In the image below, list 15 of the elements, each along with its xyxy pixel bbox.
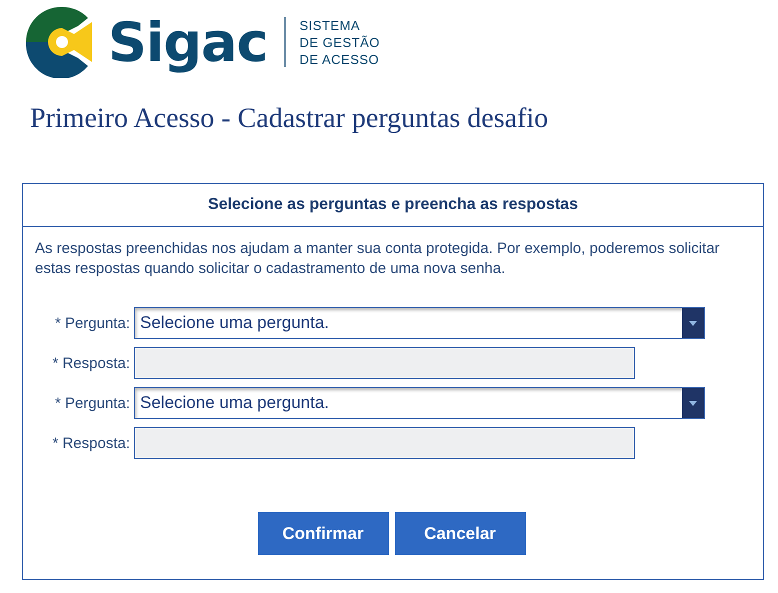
question-select[interactable]: Selecione uma pergunta. <box>134 307 705 339</box>
confirm-button[interactable]: Confirmar <box>258 512 388 555</box>
brand-name: Sigac <box>108 10 268 74</box>
cancel-button[interactable]: Cancelar <box>394 512 526 555</box>
tagline: SISTEMA DE GESTÃO DE ACESSO <box>284 17 380 67</box>
field-label: * Pergunta: <box>54 394 130 412</box>
intro-text: As respostas preenchidas nos ajudam a manter sua conta protegida. Por exemplo, poderemos solicitar estas respostas quando solicitar o cadastramento de uma nova senha. <box>35 239 721 279</box>
field-label: * Resposta: <box>51 354 130 372</box>
field-label: * Pergunta: <box>54 314 130 332</box>
page-title: Primeiro Acesso - Cadastrar perguntas desafio <box>30 103 550 136</box>
field-label: * Resposta: <box>51 434 130 452</box>
caret-icon <box>689 400 697 406</box>
panel-heading: Selecione as perguntas e preencha as respostas <box>23 184 763 227</box>
caret-icon <box>689 320 697 326</box>
question-select[interactable]: Selecione uma pergunta. <box>134 387 705 419</box>
